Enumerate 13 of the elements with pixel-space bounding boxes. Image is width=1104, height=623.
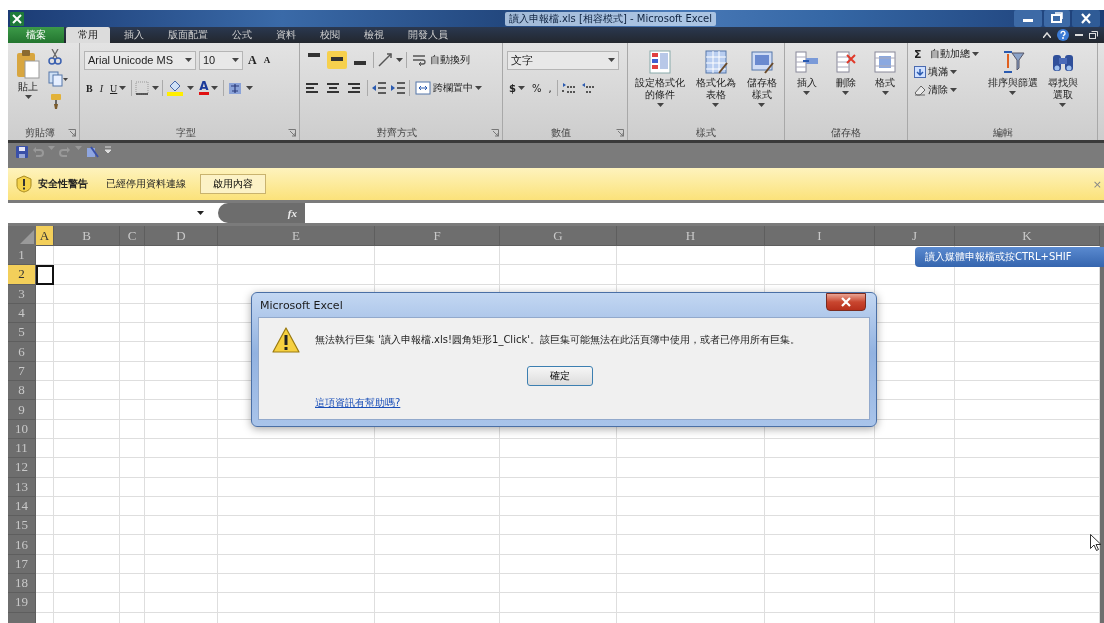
group-label: 剪貼簿	[23, 126, 56, 140]
group-label: 數值	[550, 126, 572, 140]
group-label: 儲存格	[830, 126, 862, 140]
warning-title: 安全性警告	[38, 177, 88, 191]
warning-message: 已經停用資料連線	[106, 177, 186, 191]
group-label: 對齊方式	[376, 126, 418, 140]
group-label: 編輯	[991, 126, 1014, 140]
dialog-message: 無法執行巨集 '讀入申報檔.xls!圓角矩形1_Click'。該巨集可能無法在此活頁簿中使用，或者已停用所有巨集。	[315, 333, 800, 347]
macro-button-label: 讀入媒體申報檔或按CTRL+SHIF	[925, 250, 1072, 264]
window-title: 讀入申報檔.xls [相容模式] - Microsoft Excel	[504, 11, 716, 26]
group-label: 樣式	[695, 126, 717, 140]
dialog-title: Microsoft Excel	[260, 298, 343, 312]
group-label: 字型	[174, 126, 197, 140]
